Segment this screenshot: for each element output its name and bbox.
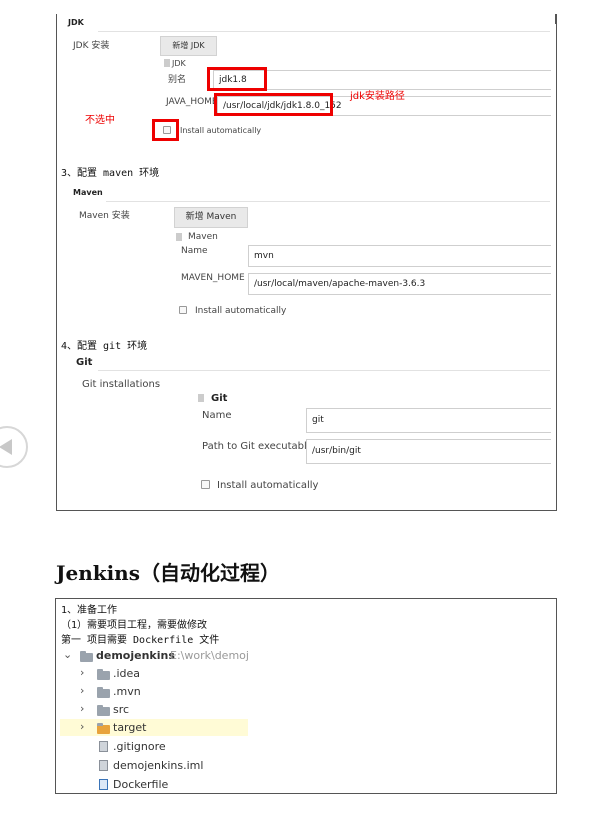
step-line-2: （1）需要项目工程，需要做修改 (61, 620, 208, 631)
git-entry-title: Git (211, 393, 228, 404)
git-install-automatically-label: Install automatically (217, 480, 319, 491)
maven-section-divider (106, 201, 550, 202)
chevron-down-icon[interactable]: ⌄ (63, 648, 72, 661)
git-name-input[interactable]: git (306, 408, 551, 433)
dockerfile-icon (99, 779, 108, 790)
folder-icon (97, 705, 110, 716)
maven-section-title: Maven (73, 188, 103, 197)
maven-home-input[interactable]: /usr/local/maven/apache-maven-3.6.3 (248, 273, 551, 295)
target-folder-icon (97, 723, 110, 734)
add-jdk-button[interactable]: 新增 JDK (160, 36, 217, 56)
git-step-heading: 4、配置 git 环境 (61, 341, 148, 352)
top-corner-left (56, 14, 57, 24)
git-name-label: Name (202, 410, 232, 421)
git-path-input[interactable]: /usr/bin/git (306, 439, 551, 464)
jdk-install-automatically-label: Install automatically (180, 126, 262, 135)
tree-item-idea[interactable]: .idea (113, 667, 140, 680)
chevron-right-icon[interactable]: › (80, 702, 84, 715)
java-home-highlight-box (214, 93, 333, 116)
jdk-path-annotation: jdk安装路径 (350, 91, 405, 102)
uncheck-annotation: 不选中 (85, 115, 115, 126)
tree-item-gitignore[interactable]: .gitignore (113, 740, 166, 753)
jdk-install-label: JDK 安装 (73, 41, 110, 51)
chevron-right-icon[interactable]: › (80, 666, 84, 679)
maven-install-label: Maven 安装 (79, 211, 130, 221)
jdk-entry-title: JDK (172, 59, 186, 68)
git-section-title: Git (76, 357, 93, 368)
maven-home-label: MAVEN_HOME (181, 273, 245, 283)
step-line-1: 1、准备工作 (61, 605, 118, 616)
tree-item-mvn[interactable]: .mvn (113, 685, 141, 698)
maven-install-automatically-label: Install automatically (195, 306, 287, 316)
step-line-3: 第一 项目需要 Dockerfile 文件 (61, 635, 220, 646)
folder-icon (80, 651, 93, 662)
tree-item-dockerfile[interactable]: Dockerfile (113, 778, 168, 791)
java-home-label: JAVA_HOME (166, 97, 218, 107)
tree-item-iml[interactable]: demojenkins.iml (113, 759, 203, 772)
file-icon (99, 741, 108, 752)
jdk-section-title: JDK (68, 18, 84, 27)
project-tree: ⌄ demojenkins E:\work\demojenkins › .ide… (60, 647, 248, 794)
chevron-right-icon[interactable]: › (80, 684, 84, 697)
chevron-right-icon[interactable]: › (80, 720, 84, 733)
jdk-install-automatically-checkbox[interactable] (163, 126, 171, 134)
maven-drag-handle[interactable] (176, 233, 182, 241)
git-path-label: Path to Git executable (202, 441, 313, 452)
git-install-automatically-checkbox[interactable] (201, 480, 210, 489)
folder-icon (97, 669, 110, 680)
chevron-left-circle-icon (0, 439, 12, 455)
maven-name-label: Name (181, 246, 208, 256)
article-title: Jenkins（自动化过程） (56, 561, 280, 585)
file-icon (99, 760, 108, 771)
folder-icon (97, 687, 110, 698)
tree-item-src[interactable]: src (113, 703, 129, 716)
maven-step-heading: 3、配置 maven 环境 (61, 168, 160, 179)
root-project-path: E:\work\demojenkins (170, 649, 248, 662)
previous-button[interactable] (0, 426, 28, 468)
maven-name-input[interactable]: mvn (248, 245, 551, 267)
jdk-drag-handle[interactable] (164, 59, 170, 67)
add-maven-button[interactable]: 新增 Maven (174, 207, 248, 228)
alias-highlight-box (207, 67, 267, 91)
git-installations-label: Git installations (82, 379, 161, 390)
tree-item-target[interactable]: target (113, 721, 146, 734)
top-corner-right (555, 14, 557, 24)
jdk-section-divider (98, 31, 550, 32)
git-section-divider (98, 370, 550, 371)
git-drag-handle[interactable] (198, 394, 204, 402)
jdk-alias-label: 别名 (168, 75, 187, 85)
maven-entry-title: Maven (188, 232, 218, 242)
maven-install-automatically-checkbox[interactable] (179, 306, 187, 314)
root-project-name[interactable]: demojenkins (96, 649, 175, 662)
target-row-highlight (60, 719, 248, 736)
